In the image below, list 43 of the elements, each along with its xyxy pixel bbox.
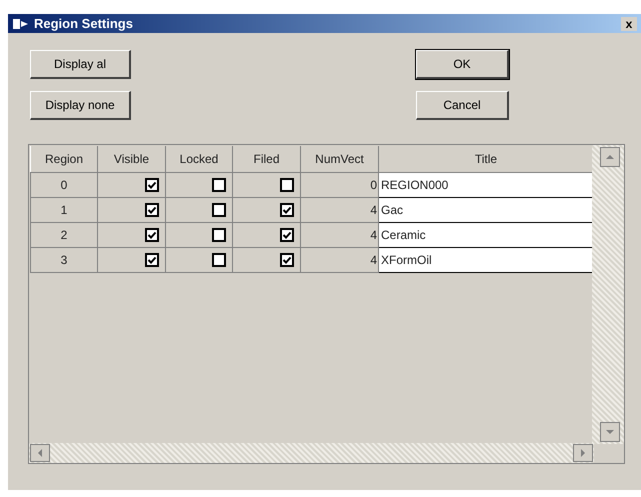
window-title: Region Settings <box>34 14 133 33</box>
dialog-button[interactable]: OK <box>416 50 509 79</box>
table-cell: 2 <box>30 222 98 247</box>
table-cell: Ceramic <box>378 222 594 247</box>
right-arrow-icon <box>581 449 585 457</box>
scroll-right-button[interactable] <box>573 444 593 462</box>
column-header[interactable]: NumVect <box>300 146 378 172</box>
dialog-button[interactable]: Cancel <box>416 91 509 120</box>
up-arrow-icon <box>606 155 614 159</box>
left-arrow-icon <box>38 449 42 457</box>
column-header[interactable]: Visible <box>98 146 166 172</box>
table-cell: 3 <box>30 247 98 272</box>
checkbox[interactable] <box>145 203 159 218</box>
checkbox[interactable] <box>212 228 226 242</box>
column-header[interactable]: Locked <box>166 146 232 172</box>
scroll-left-button[interactable] <box>30 444 50 462</box>
checkbox[interactable] <box>145 228 159 242</box>
dialog-button[interactable]: Display none <box>30 91 131 120</box>
column-header[interactable]: Title <box>378 146 594 172</box>
checkbox[interactable] <box>280 178 294 192</box>
checkbox[interactable] <box>212 253 226 268</box>
checkbox[interactable] <box>280 228 294 242</box>
table-cell: 0 <box>30 172 98 197</box>
scroll-down-button[interactable] <box>600 422 620 442</box>
close-button[interactable]: x <box>621 16 637 30</box>
app-icon <box>12 18 30 30</box>
dialog-button[interactable]: Display al <box>30 50 131 79</box>
checkbox[interactable] <box>145 253 159 268</box>
column-header[interactable]: Region <box>30 146 98 172</box>
table-cell: REGION000 <box>378 172 594 197</box>
table-cell: 1 <box>30 197 98 222</box>
table-cell: XFormOil <box>378 247 594 272</box>
horizontal-scrollbar[interactable] <box>29 443 594 463</box>
table-cell: Gac <box>378 197 594 222</box>
checkbox[interactable] <box>212 203 226 218</box>
checkbox[interactable] <box>145 178 159 192</box>
checkbox[interactable] <box>280 253 294 268</box>
checkbox[interactable] <box>280 203 294 218</box>
vertical-scrollbar[interactable] <box>592 145 624 444</box>
checkbox[interactable] <box>212 178 226 192</box>
down-arrow-icon <box>606 430 614 434</box>
column-header[interactable]: Filed <box>232 146 300 172</box>
scroll-up-button[interactable] <box>600 147 620 167</box>
